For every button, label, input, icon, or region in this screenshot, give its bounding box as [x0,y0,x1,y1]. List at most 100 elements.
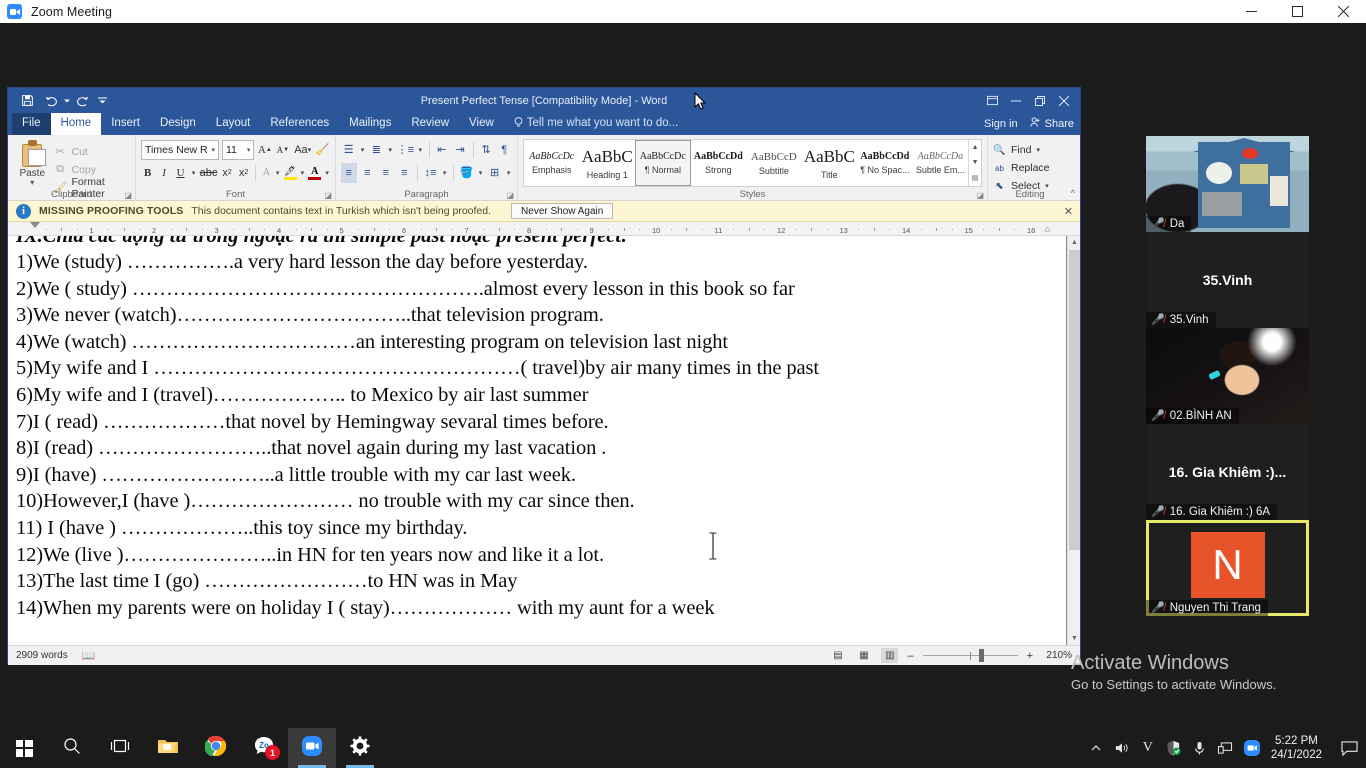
font-size-combo[interactable]: 11 ▾ [222,139,255,160]
align-left-icon[interactable]: ≡ [341,162,357,183]
redo-icon[interactable] [73,91,94,110]
participant-tile-vinh[interactable]: 35.Vinh 🎤̸ 35.Vinh [1146,232,1309,328]
tab-file[interactable]: File [12,113,51,135]
scroll-up-icon[interactable]: ▲ [1068,236,1080,249]
zoom-out-button[interactable]: – [907,650,913,662]
read-mode-view-button[interactable]: ▤ [829,648,846,663]
document-area[interactable]: IX.Chia các động từ trong ngoặc ra thì s… [8,236,1080,645]
bullets-dropdown-icon[interactable]: ▾ [359,140,366,160]
print-layout-view-button[interactable]: ▦ [855,648,872,663]
shading-icon[interactable]: 🪣 [459,163,475,183]
decrease-indent-icon[interactable]: ⇤ [434,140,449,160]
style-title[interactable]: AaBbC Title [802,140,858,186]
tab-references[interactable]: References [260,113,339,135]
participant-tile-nguyen-thi-trang[interactable]: N 🎤̸ Nguyen Thi Trang [1146,520,1309,616]
tab-review[interactable]: Review [401,113,459,135]
microphone-icon[interactable] [1187,728,1213,768]
ribbon-display-options-icon[interactable] [980,90,1004,112]
indent-marker-icon[interactable] [30,222,40,228]
bold-button[interactable]: B [141,163,154,183]
line-spacing-icon[interactable]: ↕≡ [423,163,439,183]
text-effects-icon[interactable]: A [261,163,272,183]
undo-dropdown-icon[interactable] [63,91,71,110]
document-page[interactable]: IX.Chia các động từ trong ngoặc ra thì s… [8,236,1066,645]
shading-dropdown-icon[interactable]: ▾ [477,163,484,183]
text-effects-dropdown-icon[interactable]: ▾ [275,163,281,183]
clear-formatting-icon[interactable]: 🧹 [315,140,330,160]
tab-layout[interactable]: Layout [206,113,261,135]
cut-button[interactable]: ✂ Cut [54,144,131,160]
multilevel-dropdown-icon[interactable]: ▾ [417,140,424,160]
paste-dropdown-icon[interactable]: ▾ [30,179,34,187]
word-count-label[interactable]: 2909 words [16,650,68,661]
styles-dialog-launcher-icon[interactable]: ◪ [976,191,984,200]
style-normal[interactable]: AaBbCcDc ¶ Normal [635,140,691,186]
style-subtle-emphasis[interactable]: AaBbCcDa Subtle Em... [913,140,969,186]
numbering-dropdown-icon[interactable]: ▾ [387,140,394,160]
font-name-combo[interactable]: Times New Ro ▾ [141,139,219,160]
settings-button[interactable] [336,728,384,768]
zoom-slider-thumb[interactable] [978,649,984,662]
participant-tile-binh-an[interactable]: 🎤̸ 02.BÌNH AN [1146,328,1309,424]
undo-icon[interactable] [40,91,61,110]
style-heading-1[interactable]: AaBbC Heading 1 [580,140,636,186]
clipboard-dialog-launcher-icon[interactable]: ◪ [124,191,132,200]
show-formatting-marks-icon[interactable]: ¶ [497,140,512,160]
style-no-spacing[interactable]: AaBbCcDd ¶ No Spac... [857,140,913,186]
word-close-button[interactable] [1052,90,1076,112]
change-case-icon[interactable]: Aa ▾ [293,140,312,160]
styles-scroll-down-icon[interactable]: ▼ [969,155,981,170]
save-icon[interactable] [17,91,38,110]
font-color-dropdown-icon[interactable]: ▾ [324,163,330,183]
notification-icon[interactable] [1332,728,1366,768]
numbering-icon[interactable]: ≣ [369,140,384,160]
replace-button[interactable]: ab Replace [993,159,1067,177]
line-spacing-dropdown-icon[interactable]: ▾ [441,163,448,183]
word-restore-button[interactable] [1028,90,1052,112]
speaker-icon[interactable] [1109,728,1135,768]
customize-quick-access-toolbar-icon[interactable] [96,91,108,110]
search-button[interactable] [48,728,96,768]
share-button[interactable]: Share [1030,117,1074,131]
tell-me-search[interactable]: Tell me what you want to do... [504,113,689,135]
font-color-icon[interactable]: A [308,163,322,183]
sign-in-link[interactable]: Sign in [984,118,1018,130]
zoom-slider[interactable] [922,649,1018,663]
horizontal-ruler[interactable]: 1 2 3 4 5 6 7 8 9 10 11 12 13 14 15 16 ⌂ [8,222,1080,236]
italic-button[interactable]: I [157,163,170,183]
word-minimize-button[interactable] [1004,90,1028,112]
underline-dropdown-icon[interactable]: ▾ [190,163,196,183]
zalo-button[interactable]: Zo 1 [240,728,288,768]
grow-font-icon[interactable]: A ▲ [257,140,272,160]
align-right-icon[interactable]: ≡ [378,163,394,183]
style-emphasis[interactable]: AaBbCcDc Emphasis [524,140,580,186]
superscript-button[interactable]: x2 [237,163,250,183]
zoom-minimize-button[interactable] [1228,0,1274,23]
scroll-down-icon[interactable]: ▼ [1068,632,1080,645]
start-button[interactable] [0,728,48,768]
font-dialog-launcher-icon[interactable]: ◪ [324,191,332,200]
taskbar-clock[interactable]: 5:22 PM 24/1/2022 [1265,734,1332,762]
align-center-icon[interactable]: ≡ [360,163,376,183]
borders-dropdown-icon[interactable]: ▾ [505,163,512,183]
sort-icon[interactable]: ⇅ [478,140,493,160]
never-show-again-button[interactable]: Never Show Again [511,203,614,219]
styles-more-icon[interactable]: ▤ [969,171,981,186]
chrome-button[interactable] [192,728,240,768]
document-vertical-scrollbar[interactable]: ▲ ▼ [1067,236,1080,645]
find-dropdown-icon[interactable]: ▾ [1036,146,1040,154]
chevron-up-icon[interactable] [1083,728,1109,768]
tab-view[interactable]: View [459,113,504,135]
zoom-maximize-button[interactable] [1274,0,1320,23]
tab-design[interactable]: Design [150,113,206,135]
network-monitor-icon[interactable] [1213,728,1239,768]
scrollbar-thumb[interactable] [1069,250,1080,550]
find-button[interactable]: 🔍 Find ▾ [993,141,1067,159]
tab-insert[interactable]: Insert [101,113,150,135]
task-view-button[interactable] [96,728,144,768]
web-layout-view-button[interactable]: ▥ [881,648,899,663]
participant-tile-da[interactable]: 🎤̸ Da [1146,136,1309,232]
unikey-icon[interactable]: V [1135,728,1161,768]
justify-icon[interactable]: ≡ [397,163,413,183]
windows-security-shield-icon[interactable] [1161,728,1187,768]
